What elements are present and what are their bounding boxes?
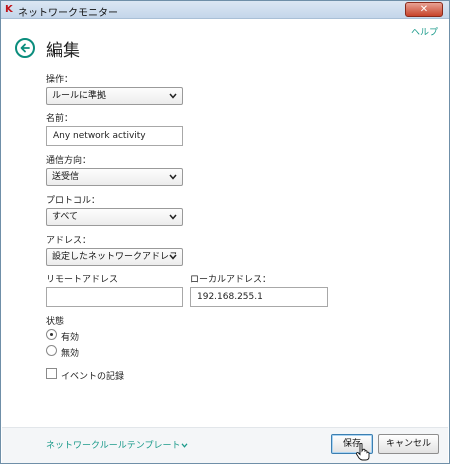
local-address-input[interactable]: 192.168.255.1 [190, 287, 328, 307]
local-address-label: ローカルアドレス： [190, 275, 272, 285]
status-disabled-radio[interactable] [46, 345, 57, 356]
cancel-button[interactable]: キャンセル [378, 434, 439, 454]
network-rule-templates-link[interactable]: ネットワークルールテンプレート [46, 438, 188, 451]
network-monitor-window: K ネットワークモニター ✕ ヘルプ 編集 操作： ルールに準拠 名前： Any… [0, 0, 450, 464]
log-events-label[interactable]: イベントの記録 [61, 369, 124, 382]
back-arrow-circle-icon [20, 43, 30, 53]
kaspersky-k-icon: K [5, 4, 13, 15]
operation-select[interactable]: ルールに準拠 [46, 87, 183, 105]
help-link[interactable]: ヘルプ [411, 25, 438, 38]
protocol-label: プロトコル： [46, 196, 101, 206]
name-input[interactable]: Any network activity [46, 126, 183, 146]
page-title: 編集 [46, 41, 80, 61]
address-label: アドレス： [46, 236, 92, 246]
address-value: 設定したネットワークアドレス [52, 252, 179, 262]
chevron-down-icon [169, 214, 177, 220]
remote-address-label: リモートアドレス [46, 275, 119, 285]
status-label: 状態 [46, 317, 65, 327]
log-events-checkbox[interactable] [46, 368, 57, 379]
address-select[interactable]: 設定したネットワークアドレス [46, 248, 183, 266]
operation-label: 操作： [46, 75, 74, 85]
operation-value: ルールに準拠 [52, 91, 107, 101]
hand-pointer-icon [356, 443, 370, 461]
status-enabled-label[interactable]: 有効 [61, 330, 79, 343]
templates-link-label: ネットワークルールテンプレート [46, 441, 181, 451]
chevron-down-icon [169, 174, 177, 180]
close-button[interactable]: ✕ [405, 2, 443, 17]
chevron-down-icon [181, 443, 188, 448]
name-label: 名前： [46, 114, 74, 124]
direction-select[interactable]: 送受信 [46, 168, 183, 186]
protocol-value: すべて [52, 212, 79, 222]
back-button[interactable] [15, 38, 35, 58]
direction-label: 通信方向： [46, 156, 92, 166]
chevron-down-icon [169, 93, 177, 99]
window-title: ネットワークモニター [18, 8, 118, 19]
status-disabled-label[interactable]: 無効 [61, 346, 79, 359]
title-bar: K ネットワークモニター ✕ [1, 1, 449, 19]
chevron-down-icon [169, 254, 177, 260]
protocol-select[interactable]: すべて [46, 208, 183, 226]
direction-value: 送受信 [52, 172, 80, 182]
remote-address-input[interactable] [46, 287, 183, 307]
status-enabled-radio[interactable] [46, 329, 57, 340]
